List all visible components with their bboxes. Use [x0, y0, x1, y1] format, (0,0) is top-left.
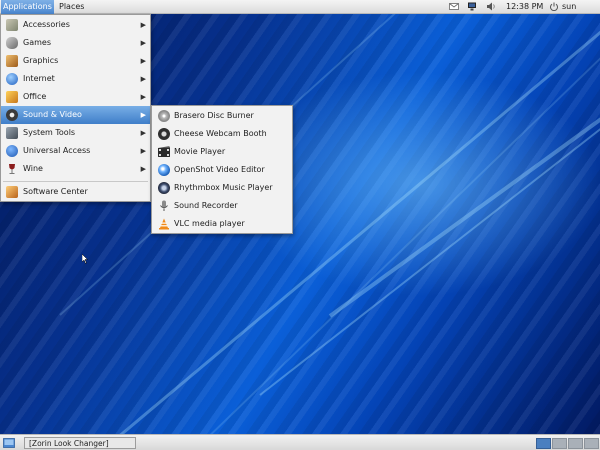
submenu-arrow-icon: ▶ [140, 111, 146, 119]
workspace-4[interactable] [584, 438, 599, 449]
internet-icon [6, 73, 18, 85]
volume-icon[interactable] [486, 2, 496, 11]
menu-item-label: System Tools [23, 128, 76, 137]
office-icon [6, 91, 18, 103]
graphics-icon [6, 55, 18, 67]
menu-item-label: Internet [23, 74, 55, 83]
menu-item-sound-recorder[interactable]: Sound Recorder [152, 197, 292, 215]
show-desktop-icon[interactable] [3, 438, 15, 448]
menu-item-label: Graphics [23, 56, 59, 65]
wallpaper-streak [328, 14, 600, 318]
games-icon [6, 37, 18, 49]
bottom-panel: [Zorin Look Changer] [0, 434, 600, 450]
menu-item-label: VLC media player [174, 219, 245, 228]
menu-item-wine[interactable]: Wine ▶ [1, 160, 150, 178]
menu-item-rhythmbox[interactable]: Rhythmbox Music Player [152, 179, 292, 197]
submenu-arrow-icon: ▶ [140, 93, 146, 101]
menu-item-sound-video[interactable]: Sound & Video ▶ [1, 106, 150, 124]
menu-separator [3, 181, 148, 182]
taskbar-window-label: [Zorin Look Changer] [29, 439, 109, 448]
music-player-icon [158, 182, 170, 194]
menu-item-accessories[interactable]: Accessories ▶ [1, 16, 150, 34]
menu-item-label: Rhythmbox Music Player [174, 183, 273, 192]
applications-menu: Accessories ▶ Games ▶ Graphics ▶ Interne… [0, 14, 151, 202]
menu-item-label: Sound Recorder [174, 201, 238, 210]
submenu-arrow-icon: ▶ [140, 165, 146, 173]
menu-item-software-center[interactable]: Software Center [1, 183, 150, 201]
panel-username[interactable]: sun [562, 0, 576, 14]
movie-player-icon [158, 146, 170, 157]
submenu-arrow-icon: ▶ [140, 21, 146, 29]
system-tools-icon [6, 127, 18, 139]
workspace-1[interactable] [536, 438, 551, 449]
menu-item-label: Games [23, 38, 51, 47]
microphone-icon [160, 200, 168, 211]
menu-item-label: Cheese Webcam Booth [174, 129, 267, 138]
submenu-arrow-icon: ▶ [140, 39, 146, 47]
taskbar-window-button[interactable]: [Zorin Look Changer] [24, 437, 136, 449]
menu-item-label: OpenShot Video Editor [174, 165, 265, 174]
submenu-arrow-icon: ▶ [140, 75, 146, 83]
menu-item-label: Wine [23, 164, 43, 173]
mouse-cursor-icon [82, 254, 88, 264]
webcam-icon [158, 128, 170, 140]
menu-item-office[interactable]: Office ▶ [1, 88, 150, 106]
menu-item-label: Universal Access [23, 146, 91, 155]
top-panel: Applications Places 12:38 PM sun [0, 0, 600, 14]
menu-item-label: Movie Player [174, 147, 226, 156]
accessories-icon [6, 19, 18, 31]
menu-item-brasero[interactable]: Brasero Disc Burner [152, 107, 292, 125]
video-editor-icon [158, 164, 170, 176]
wine-icon [9, 164, 15, 174]
submenu-arrow-icon: ▶ [140, 129, 146, 137]
universal-access-icon [6, 145, 18, 157]
menu-item-vlc[interactable]: VLC media player [152, 215, 292, 233]
menu-item-label: Software Center [23, 187, 88, 196]
menu-item-system-tools[interactable]: System Tools ▶ [1, 124, 150, 142]
places-menu-button[interactable]: Places [57, 0, 86, 14]
power-icon[interactable] [549, 2, 559, 11]
workspace-3[interactable] [568, 438, 583, 449]
menu-item-games[interactable]: Games ▶ [1, 34, 150, 52]
submenu-arrow-icon: ▶ [140, 147, 146, 155]
menu-item-openshot[interactable]: OpenShot Video Editor [152, 161, 292, 179]
menu-item-cheese[interactable]: Cheese Webcam Booth [152, 125, 292, 143]
menu-item-graphics[interactable]: Graphics ▶ [1, 52, 150, 70]
menu-item-universal-access[interactable]: Universal Access ▶ [1, 142, 150, 160]
menu-item-movie-player[interactable]: Movie Player [152, 143, 292, 161]
applications-menu-button[interactable]: Applications [1, 0, 54, 14]
workspace-2[interactable] [552, 438, 567, 449]
menu-item-internet[interactable]: Internet ▶ [1, 70, 150, 88]
menu-item-label: Office [23, 92, 47, 101]
sound-video-icon [6, 109, 18, 121]
network-icon[interactable] [467, 2, 477, 11]
menu-item-label: Sound & Video [23, 110, 82, 119]
menu-item-label: Brasero Disc Burner [174, 111, 254, 120]
software-center-icon [6, 186, 18, 198]
vlc-icon [159, 218, 169, 230]
submenu-arrow-icon: ▶ [140, 57, 146, 65]
sound-video-submenu: Brasero Disc Burner Cheese Webcam Booth … [151, 105, 293, 234]
disc-burner-icon [158, 110, 170, 122]
panel-clock[interactable]: 12:38 PM [506, 0, 543, 14]
mail-icon[interactable] [449, 2, 459, 11]
menu-item-label: Accessories [23, 20, 70, 29]
